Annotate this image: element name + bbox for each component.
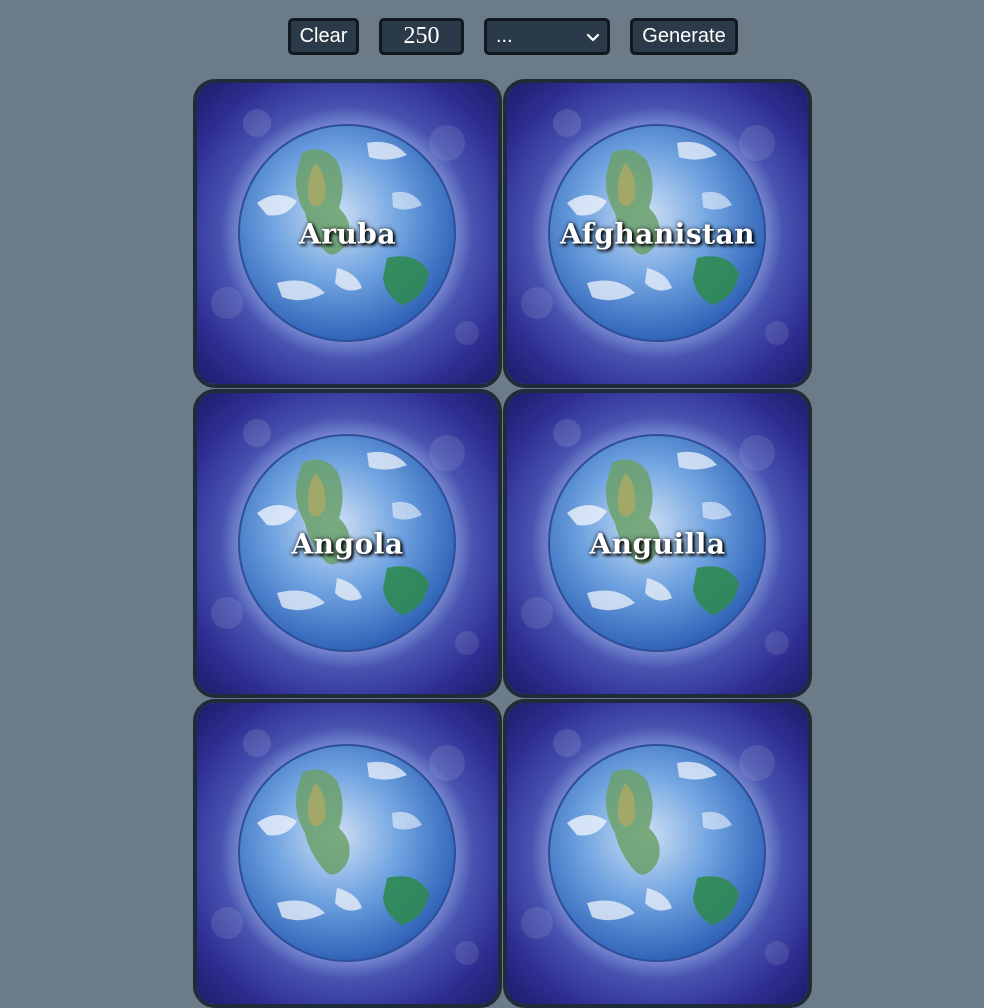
country-name: Anguilla (589, 527, 726, 560)
country-card[interactable]: Aruba (193, 79, 502, 388)
country-name: Aruba (298, 217, 397, 250)
preset-selected-value: ... (496, 25, 513, 47)
clear-button[interactable]: Clear (288, 18, 359, 55)
earth-globe-image (507, 703, 808, 1004)
preset-select[interactable]: ... (484, 18, 610, 55)
chevron-down-icon (586, 33, 600, 41)
toolbar: Clear ... Generate (0, 18, 984, 55)
earth-globe-image (197, 703, 498, 1004)
generate-button[interactable]: Generate (630, 18, 738, 55)
country-card[interactable] (193, 699, 502, 1008)
country-card[interactable] (503, 699, 812, 1008)
country-card[interactable]: Angola (193, 389, 502, 698)
country-name: Afghanistan (559, 217, 756, 250)
count-input[interactable] (379, 18, 464, 55)
country-name: Angola (291, 527, 404, 560)
country-card[interactable]: Anguilla (503, 389, 812, 698)
country-card[interactable]: Afghanistan (503, 79, 812, 388)
